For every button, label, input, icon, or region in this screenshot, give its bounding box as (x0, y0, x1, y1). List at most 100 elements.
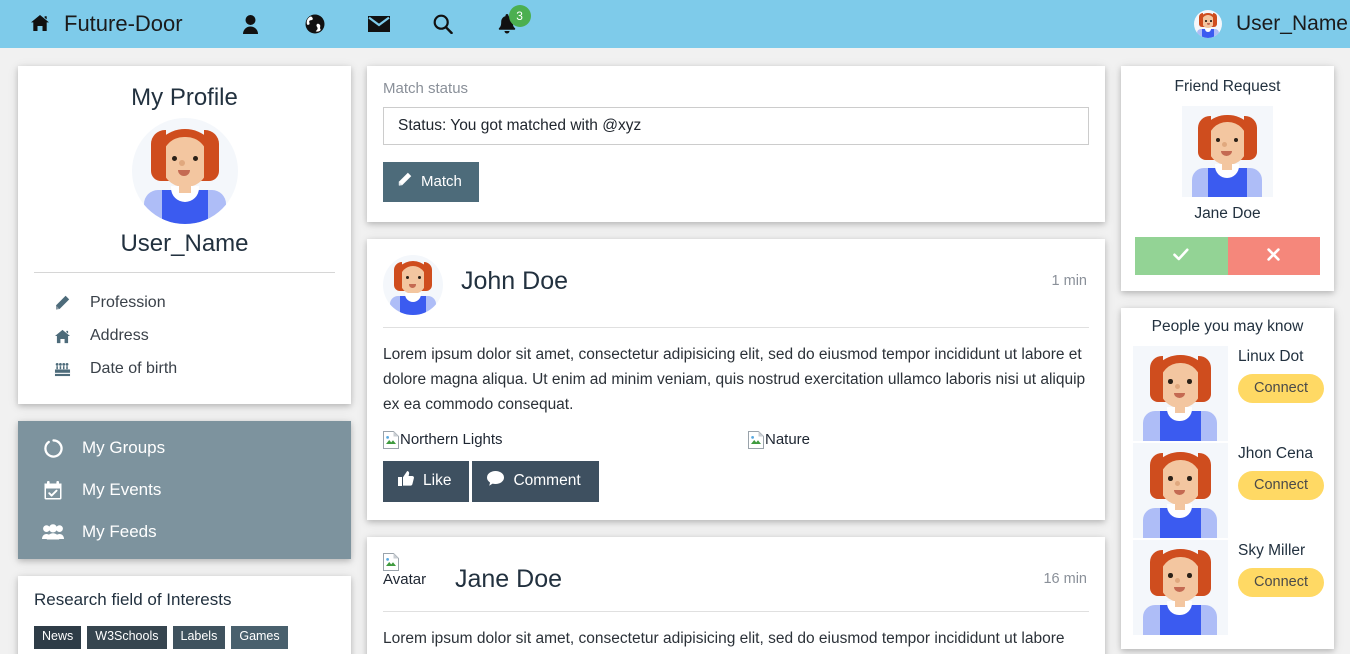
page-title: My Profile (131, 84, 238, 111)
connect-button[interactable]: Connect (1238, 374, 1325, 403)
person-name: Linux Dot (1238, 348, 1304, 365)
connect-button[interactable]: Connect (1238, 568, 1325, 597)
post-avatar-alt: Avatar (383, 571, 427, 589)
profile-detail-label: Address (90, 327, 149, 344)
post-image-broken[interactable]: Northern Lights (383, 431, 748, 450)
friend-request-actions (1135, 237, 1320, 275)
check-icon (1173, 248, 1189, 264)
divider (383, 611, 1089, 613)
avatar (383, 255, 443, 315)
reject-friend-request-button[interactable] (1227, 237, 1320, 275)
top-navbar: Future-Door 3 User_Name (0, 0, 1350, 48)
profile-detail-dob[interactable]: Date of birth (40, 353, 335, 386)
pencil-icon (397, 172, 412, 191)
accept-friend-request-button[interactable] (1135, 237, 1228, 275)
profile-card: My Profile User_Name Profession Address … (18, 66, 351, 404)
person-row: Sky Miller Connect (1133, 540, 1325, 635)
sidebar-item-label: My Feeds (82, 522, 157, 541)
post-timestamp: 1 min (1051, 273, 1087, 289)
match-status-label: Match status (383, 80, 469, 97)
interests-card: Research field of Interests News W3Schoo… (18, 576, 351, 654)
calendar-check-icon (42, 480, 64, 500)
search-icon[interactable] (411, 0, 475, 48)
bell-icon[interactable]: 3 (475, 0, 539, 48)
interest-tag[interactable]: News (34, 626, 82, 649)
broken-image-icon (383, 431, 399, 450)
interests-title: Research field of Interests (34, 590, 232, 609)
comment-button[interactable]: Comment (472, 461, 599, 503)
post-text: Lorem ipsum dolor sit amet, consectetur … (383, 630, 1065, 648)
post-card: Avatar Jane Doe 16 min Lorem ipsum dolor… (367, 537, 1105, 654)
right-column: Friend Request Jane Doe People you may k… (1121, 66, 1334, 654)
home-icon (30, 14, 50, 35)
comment-button-label: Comment (513, 472, 581, 490)
notification-badge: 3 (508, 5, 531, 27)
person-row: Jhon Cena Connect (1133, 443, 1325, 538)
navbar-user[interactable]: User_Name (1193, 0, 1350, 48)
divider (383, 327, 1089, 328)
avatar (1193, 10, 1222, 38)
friend-request-title: Friend Request (1174, 78, 1281, 95)
post-author: John Doe (461, 267, 569, 295)
post-header: John Doe 1 min (383, 255, 1089, 327)
post-actions: Like Comment (383, 461, 1089, 503)
match-status-input[interactable] (383, 107, 1089, 145)
profile-detail-list: Profession Address Date of birth (34, 287, 335, 386)
sidebar-item-my-groups[interactable]: My Groups (18, 427, 351, 469)
friend-request-name: Jane Doe (1194, 205, 1261, 222)
people-you-may-know-card: People you may know Linux Dot Connect Jh… (1121, 308, 1334, 649)
person-info: Jhon Cena Connect (1238, 443, 1325, 500)
interest-tag[interactable]: Games (231, 626, 288, 649)
post-text: Lorem ipsum dolor sit amet, consectetur … (383, 346, 1086, 414)
match-button[interactable]: Match (383, 162, 479, 202)
sidebar-item-my-feeds[interactable]: My Feeds (18, 511, 351, 553)
profile-detail-profession[interactable]: Profession (40, 287, 335, 320)
profile-name: User_Name (120, 230, 249, 257)
people-you-may-know-title: People you may know (1151, 318, 1304, 335)
profile-detail-address[interactable]: Address (40, 320, 335, 353)
person-name: Jhon Cena (1238, 445, 1313, 462)
main-column: Match status Match (367, 66, 1105, 654)
profile-detail-label: Profession (90, 294, 166, 311)
person-name: Sky Miller (1238, 542, 1306, 559)
like-button[interactable]: Like (383, 461, 470, 503)
avatar (131, 118, 238, 224)
avatar (1182, 106, 1273, 197)
sidebar-item-my-events[interactable]: My Events (18, 469, 351, 511)
brand[interactable]: Future-Door (30, 11, 183, 37)
match-status-card: Match status Match (367, 66, 1105, 222)
post-image-alt: Northern Lights (400, 431, 503, 449)
avatar (1133, 346, 1228, 441)
post-image-alt: Nature (765, 431, 811, 449)
birthday-cake-icon (52, 361, 72, 377)
friend-request-avatar-wrap (1135, 106, 1320, 197)
interest-tag[interactable]: Labels (172, 626, 226, 649)
sidebar-item-label: My Events (82, 480, 162, 499)
navbar-icon-group: 3 (219, 0, 539, 48)
connect-button[interactable]: Connect (1238, 471, 1325, 500)
home-icon (52, 329, 72, 344)
envelope-icon[interactable] (347, 0, 411, 48)
pencil-icon (52, 295, 72, 311)
like-button-label: Like (423, 472, 452, 490)
sidebar-item-label: My Groups (82, 438, 166, 457)
avatar (1133, 443, 1228, 538)
broken-image-icon (383, 553, 399, 572)
person-info: Linux Dot Connect (1238, 346, 1325, 403)
profile-detail-label: Date of birth (90, 360, 178, 377)
post-image-broken[interactable]: Nature (748, 431, 811, 450)
post-avatar-broken[interactable]: Avatar (383, 553, 443, 588)
post-timestamp: 16 min (1043, 571, 1087, 588)
user-icon[interactable] (219, 0, 283, 48)
page-body: My Profile User_Name Profession Address … (0, 48, 1350, 654)
avatar (1133, 540, 1228, 635)
brand-label: Future-Door (64, 11, 183, 36)
post-image-row: Northern Lights Nature (383, 431, 1089, 450)
globe-icon[interactable] (283, 0, 347, 48)
broken-image-icon (748, 431, 764, 450)
post-author: Jane Doe (455, 565, 563, 594)
profile-avatar-wrap (34, 118, 335, 224)
interest-tag[interactable]: W3Schools (87, 626, 167, 649)
match-button-label: Match (421, 173, 462, 190)
person-row: Linux Dot Connect (1133, 346, 1325, 441)
